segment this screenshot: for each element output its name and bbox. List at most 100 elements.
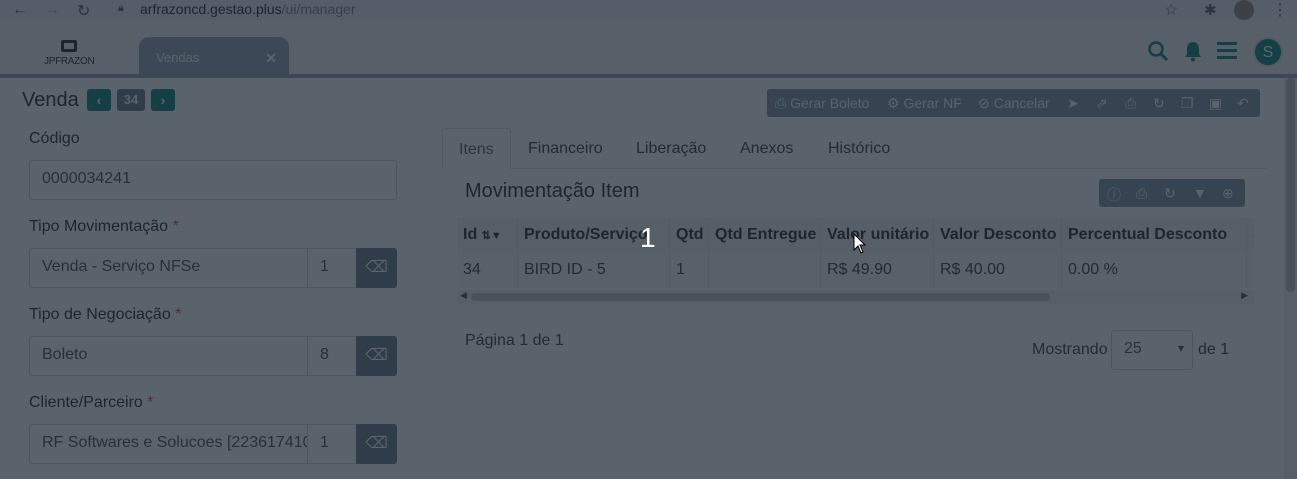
page-size-value: 25: [1124, 340, 1142, 357]
table-cell[interactable]: 1: [670, 252, 709, 288]
tab-liberacao[interactable]: Liberação: [620, 128, 722, 169]
kebab-menu-icon[interactable]: ⋮: [1272, 0, 1288, 20]
required-mark: *: [175, 306, 182, 323]
ban-icon: ⊘: [978, 95, 990, 111]
external-link-icon[interactable]: ⇗: [1096, 95, 1108, 112]
tab-financeiro[interactable]: Financeiro: [512, 128, 619, 169]
eraser-icon: ⌫: [365, 259, 388, 276]
scroll-left-icon[interactable]: ◀: [460, 290, 467, 301]
star-icon[interactable]: ☆: [1164, 0, 1178, 20]
gerar-boleto-button[interactable]: ⎙ Gerar Boleto: [775, 95, 869, 112]
chevron-right-icon: ›: [160, 92, 166, 108]
extension-icon[interactable]: ✱: [1204, 1, 1217, 19]
pagination-text: Página 1 de 1: [465, 332, 564, 349]
tab-historico[interactable]: Histórico: [812, 128, 906, 169]
cliente-parceiro-id-field[interactable]: 1: [307, 424, 357, 464]
step-number: 1: [640, 222, 656, 253]
vertical-scrollbar[interactable]: [1284, 78, 1297, 479]
printer-icon[interactable]: ⎙: [1136, 185, 1147, 202]
table-cell[interactable]: 34: [457, 252, 518, 288]
tipo-movimentacao-label: Tipo Movimentação *: [29, 218, 179, 236]
table-cell[interactable]: R$ 49.90: [821, 252, 934, 288]
codigo-label: Código: [29, 130, 80, 147]
required-mark: *: [172, 218, 179, 235]
plus-circle-icon[interactable]: ⊕: [1222, 185, 1234, 202]
column-header-subtotal[interactable]: Su: [1247, 218, 1254, 252]
tipo-movimentacao-label-text: Tipo Movimentação: [29, 218, 169, 235]
printer-icon: ⎙: [775, 95, 787, 111]
tipo-negociacao-field[interactable]: Boleto: [29, 336, 308, 376]
chevron-down-icon: ▾: [1177, 341, 1184, 355]
save-icon[interactable]: ▣: [1209, 95, 1222, 112]
showing-label: Mostrando: [1032, 341, 1108, 358]
tab-itens[interactable]: Itens: [442, 128, 511, 169]
total-count: de 1: [1198, 341, 1230, 358]
company-logo[interactable]: JPFRAZON: [44, 38, 96, 68]
filter-icon[interactable]: ▼: [491, 230, 502, 242]
address-bar[interactable]: arfrazoncd.gestao.plus/ui/manager: [140, 1, 356, 19]
logo-text: JPFRAZON: [44, 56, 95, 67]
column-header-label: Su: [1253, 226, 1254, 243]
next-record-button[interactable]: ›: [151, 89, 175, 111]
copy-icon[interactable]: ❐: [1181, 95, 1194, 112]
send-icon[interactable]: ➤: [1067, 95, 1079, 112]
back-arrow-icon[interactable]: ←: [12, 1, 28, 19]
table-cell[interactable]: [709, 252, 821, 288]
url-path: /ui/manager: [281, 1, 356, 17]
grid-title: Movimentação Item: [465, 180, 640, 202]
table-cell[interactable]: BIRD ID - 5: [518, 252, 670, 288]
printer-icon[interactable]: ⎙: [1125, 95, 1136, 112]
cancelar-button[interactable]: ⊘ Cancelar: [978, 95, 1050, 112]
codigo-field[interactable]: 0000034241: [29, 160, 397, 200]
lock-icon: 🔒︎: [118, 2, 124, 14]
column-header-label: Qtd Entregue: [715, 226, 817, 243]
browser-toolbar: ← → ↻ 🔒︎ arfrazoncd.gestao.plus/ui/manag…: [0, 0, 1297, 20]
cliente-parceiro-field[interactable]: RF Softwares e Solucoes [223617410: [29, 424, 308, 464]
page-size-select[interactable]: 25 ▾: [1111, 330, 1193, 370]
tipo-negociacao-id-field[interactable]: 8: [307, 336, 357, 376]
hamburger-menu-icon[interactable]: [1217, 40, 1237, 66]
logo-mark-icon: [61, 40, 77, 52]
bell-icon[interactable]: [1183, 40, 1203, 68]
gerar-nf-button[interactable]: ⚙ Gerar NF: [887, 95, 962, 112]
column-header-label: Percentual Desconto: [1068, 226, 1228, 243]
tab-anexos[interactable]: Anexos: [724, 128, 809, 169]
horizontal-scrollbar[interactable]: ◀ ▶: [457, 290, 1254, 304]
column-header-label: Qtd: [676, 226, 704, 243]
table-cell[interactable]: R$: [1247, 252, 1254, 288]
tipo-movimentacao-field[interactable]: Venda - Serviço NFSe: [29, 248, 308, 288]
cliente-parceiro-clear-button[interactable]: ⌫: [356, 424, 397, 464]
column-header-label: Valor unitário: [827, 226, 930, 243]
info-icon[interactable]: ⓘ: [1107, 185, 1121, 205]
column-header-valor-desconto[interactable]: Valor Desconto: [934, 218, 1062, 252]
undo-icon[interactable]: ↶: [1237, 95, 1249, 112]
eraser-icon: ⌫: [365, 435, 388, 452]
column-header-qtd[interactable]: Qtd: [670, 218, 709, 252]
eraser-icon: ⌫: [365, 347, 388, 364]
table-cell[interactable]: R$ 40.00: [934, 252, 1062, 288]
table-cell[interactable]: 0.00 %: [1062, 252, 1247, 288]
column-header-id[interactable]: Id ⇅▼: [457, 218, 518, 252]
filter-icon[interactable]: ▼: [1193, 185, 1207, 201]
profile-icon[interactable]: [1234, 0, 1254, 20]
scrollbar-thumb[interactable]: [471, 293, 1050, 301]
search-icon[interactable]: [1147, 40, 1169, 68]
tipo-movimentacao-clear-button[interactable]: ⌫: [356, 248, 397, 288]
reload-icon[interactable]: ↻: [77, 1, 90, 21]
scroll-right-icon[interactable]: ▶: [1241, 290, 1248, 301]
mouse-cursor-icon: [853, 233, 867, 254]
tipo-negociacao-clear-button[interactable]: ⌫: [356, 336, 397, 376]
refresh-icon[interactable]: ↻: [1153, 95, 1165, 112]
close-icon[interactable]: ✕: [265, 50, 277, 67]
column-header-qtd-entregue[interactable]: Qtd Entregue: [709, 218, 821, 252]
previous-record-button[interactable]: ‹: [87, 89, 111, 111]
column-header-percentual-desconto[interactable]: Percentual Desconto: [1062, 218, 1247, 252]
scrollbar-thumb[interactable]: [1286, 78, 1295, 292]
avatar[interactable]: S: [1253, 37, 1283, 67]
refresh-icon[interactable]: ↻: [1164, 185, 1176, 202]
tipo-movimentacao-id-field[interactable]: 1: [307, 248, 357, 288]
sort-icon[interactable]: ⇅: [482, 230, 491, 242]
column-header-valor-unitario[interactable]: Valor unitário: [821, 218, 934, 252]
tab-vendas[interactable]: Vendas ✕: [139, 37, 289, 75]
forward-arrow-icon[interactable]: →: [44, 1, 60, 19]
